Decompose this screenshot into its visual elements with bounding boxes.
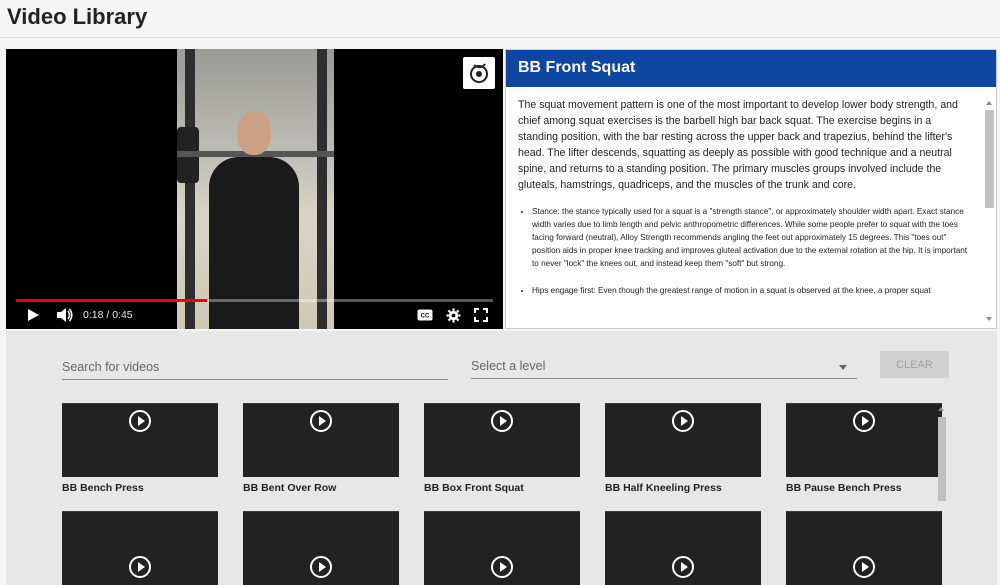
video-title[interactable]: BB Box Front Squat — [424, 482, 580, 494]
exercise-intro: The squat movement pattern is one of the… — [518, 99, 958, 191]
video-grid: BB Bench Press BB Bent Over Row BB Box F… — [62, 403, 942, 585]
video-thumbnail[interactable] — [605, 403, 761, 477]
video-thumbnail[interactable] — [243, 511, 399, 585]
page-title: Video Library — [7, 4, 148, 29]
brand-logo-icon[interactable] — [463, 57, 495, 89]
video-title[interactable]: BB Pause Bench Press — [786, 482, 942, 494]
play-circle-icon[interactable] — [491, 556, 513, 578]
video-thumbnail[interactable] — [786, 511, 942, 585]
play-circle-icon[interactable] — [129, 556, 151, 578]
scroll-up-icon[interactable] — [986, 101, 992, 105]
play-circle-icon[interactable] — [310, 556, 332, 578]
clear-button[interactable]: CLEAR — [880, 351, 949, 378]
video-card[interactable] — [424, 511, 580, 585]
video-card[interactable]: BB Bench Press — [62, 403, 218, 494]
video-title[interactable]: BB Half Kneeling Press — [605, 482, 761, 494]
search-input[interactable] — [62, 355, 448, 380]
play-circle-icon[interactable] — [853, 410, 875, 432]
video-thumbnail[interactable] — [424, 403, 580, 477]
video-player[interactable]: 0:18 / 0:45 CC — [6, 49, 503, 329]
video-time: 0:18 / 0:45 — [83, 309, 133, 321]
video-card[interactable] — [62, 511, 218, 585]
video-library: Select a level CLEAR BB Bench Press BB B… — [6, 331, 997, 585]
exercise-cues-list: Stance: the stance typically used for a … — [518, 205, 974, 297]
play-circle-icon[interactable] — [129, 410, 151, 432]
scrollbar-thumb[interactable] — [985, 110, 994, 208]
settings-icon[interactable] — [443, 305, 463, 325]
squat-rack-post — [185, 49, 195, 329]
play-circle-icon[interactable] — [310, 410, 332, 432]
video-card[interactable]: BB Half Kneeling Press — [605, 403, 761, 494]
video-card[interactable]: BB Bent Over Row — [243, 403, 399, 494]
video-card[interactable]: BB Box Front Squat — [424, 403, 580, 494]
video-thumbnail[interactable] — [424, 511, 580, 585]
play-circle-icon[interactable] — [491, 410, 513, 432]
player-controls: 0:18 / 0:45 CC — [6, 299, 503, 329]
video-card[interactable] — [786, 511, 942, 585]
video-card[interactable]: BB Pause Bench Press — [786, 403, 942, 494]
scroll-down-icon[interactable] — [986, 317, 992, 321]
video-thumbnail[interactable] — [605, 511, 761, 585]
video-title[interactable]: BB Bench Press — [62, 482, 218, 494]
scrollbar-thumb[interactable] — [938, 417, 946, 501]
video-thumbnail[interactable] — [62, 511, 218, 585]
play-circle-icon[interactable] — [672, 556, 694, 578]
video-card[interactable] — [605, 511, 761, 585]
video-thumbnail[interactable] — [62, 403, 218, 477]
exercise-title: BB Front Squat — [506, 50, 996, 87]
exercise-description: The squat movement pattern is one of the… — [506, 87, 982, 328]
info-scrollbar[interactable] — [984, 97, 995, 325]
video-card[interactable] — [243, 511, 399, 585]
video-title[interactable]: BB Bent Over Row — [243, 482, 399, 494]
title-divider — [0, 37, 1000, 38]
exercise-cue: Stance: the stance typically used for a … — [532, 205, 974, 270]
fullscreen-icon[interactable] — [471, 305, 491, 325]
level-select-label: Select a level — [471, 359, 546, 373]
video-thumbnail[interactable] — [786, 403, 942, 477]
play-circle-icon[interactable] — [672, 410, 694, 432]
video-thumbnail[interactable] — [243, 403, 399, 477]
chevron-down-icon[interactable] — [839, 365, 847, 370]
exercise-cue: Hips engage first: Even though the great… — [532, 284, 974, 297]
play-icon[interactable] — [23, 305, 43, 325]
exercise-info-panel: BB Front Squat The squat movement patter… — [505, 49, 997, 329]
svg-text:CC: CC — [421, 314, 430, 320]
level-select[interactable]: Select a level — [471, 355, 857, 379]
scroll-up-icon[interactable] — [938, 407, 944, 411]
squat-rack-post — [317, 49, 327, 329]
video-grid-scrollbar[interactable] — [936, 403, 948, 585]
video-frame[interactable] — [177, 49, 334, 329]
volume-icon[interactable] — [55, 305, 75, 325]
play-circle-icon[interactable] — [853, 556, 875, 578]
captions-icon[interactable]: CC — [415, 305, 435, 325]
lifter-head — [237, 111, 271, 155]
